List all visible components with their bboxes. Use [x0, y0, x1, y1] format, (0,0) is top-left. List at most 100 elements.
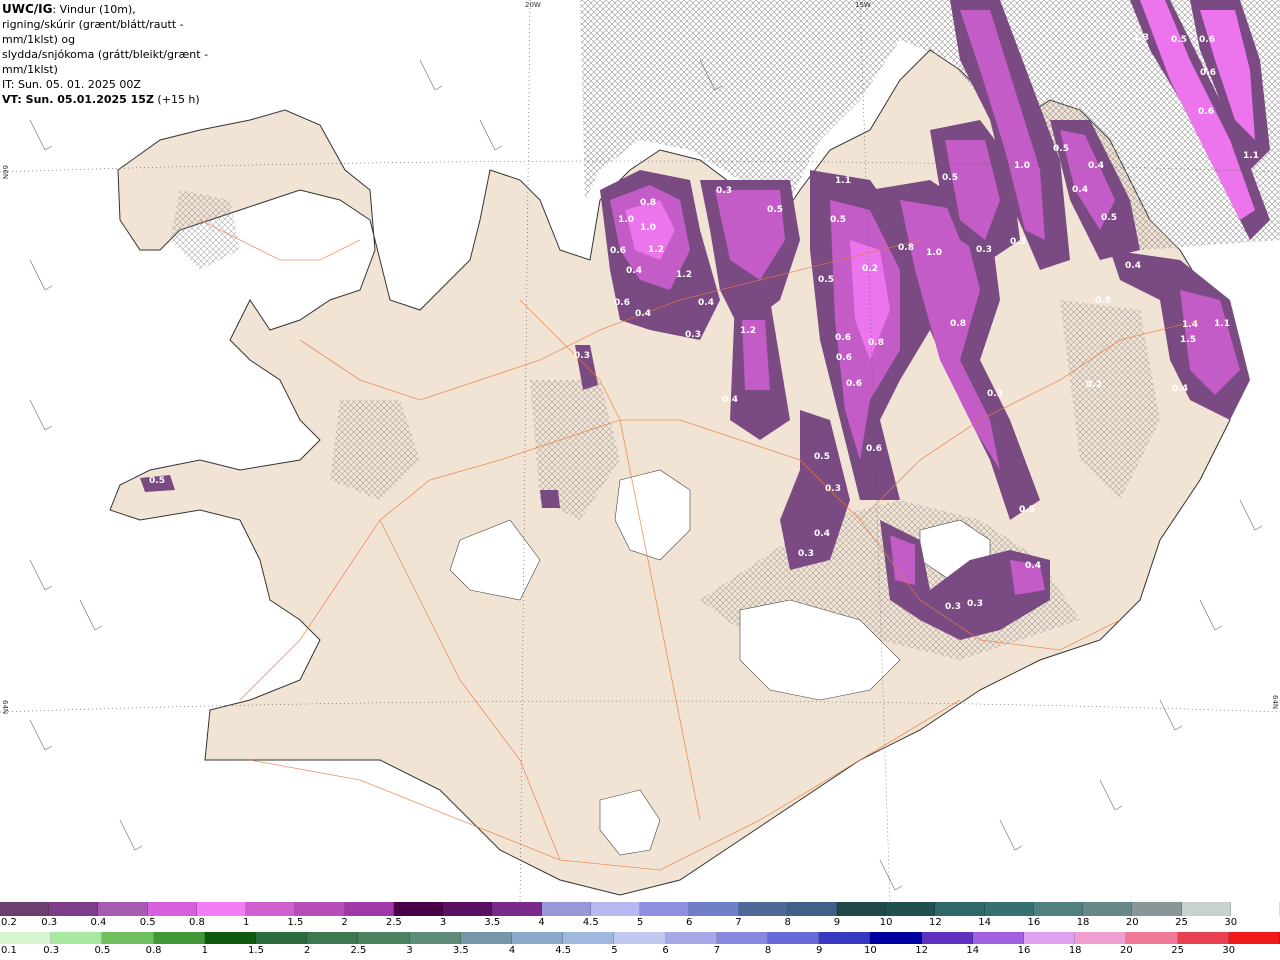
legend-swatch — [935, 902, 985, 916]
precip-value-label: 0.3 — [825, 484, 841, 494]
legend-swatch — [665, 932, 717, 944]
header-lead-time: (+15 h) — [153, 93, 200, 106]
legend-rain-labels: 0.1 0.3 0.5 0.8 1 1.5 2 2.5 3 3.5 4 4.5 5 6 7 8 9 10 12 14 1… — [0, 945, 1280, 959]
precip-value-label: 0.5 — [1095, 296, 1111, 306]
legend-swatch — [541, 902, 591, 916]
map-header: UWC/IG: Vindur (10m), rigning/skúrir (gr… — [0, 0, 240, 106]
legend-swatch — [102, 932, 154, 944]
header-snow-line: slydda/snjókoma (grátt/bleikt/grænt - mm… — [2, 48, 209, 76]
legend-snow-labels: 0.2 0.3 0.4 0.5 0.8 1 1.5 2 2.5 3 3.5 4 4.5 5 6 7 8 9 10 12… — [0, 917, 1280, 931]
precip-value-label: 0.3 — [685, 330, 701, 340]
legend-tick-label: 3.5 — [484, 917, 501, 928]
legend-tick-label: 12 — [915, 945, 928, 956]
legend-swatch — [563, 932, 615, 944]
legend-tick-label: 4 — [538, 917, 545, 928]
legend-tick-label: 2 — [341, 917, 348, 928]
precip-value-label: 0.5 — [814, 452, 830, 462]
legend-swatch — [246, 902, 296, 916]
legend-tick-label: 9 — [816, 945, 823, 956]
legend-tick-label: 9 — [833, 917, 841, 928]
legend-swatch — [344, 902, 394, 916]
legend-tick-label: 1 — [201, 945, 208, 956]
legend-tick-label: 3 — [439, 917, 447, 928]
precip-value-label: 0.4 — [698, 298, 714, 308]
precip-value-label: 0.4 — [635, 309, 651, 319]
precip-value-label: 0.4 — [722, 395, 738, 405]
legend-swatch — [1177, 932, 1229, 944]
legend-swatch — [358, 932, 410, 944]
precip-value-label: 0.5 — [1171, 35, 1187, 45]
legend-swatch — [972, 932, 1025, 944]
precip-value-label: 0.4 — [1088, 161, 1104, 171]
legend-swatch — [1126, 932, 1178, 944]
legend-swatch — [819, 932, 871, 944]
precip-value-label: 0.6 — [610, 246, 626, 256]
precip-value-label: 0.5 — [767, 205, 783, 215]
precip-value-label: 1.2 — [676, 270, 692, 280]
precip-value-label: 1.0 — [1014, 161, 1030, 171]
precip-value-label: 0.5 — [830, 215, 846, 225]
precip-value-label: 0.3 — [987, 389, 1003, 399]
legend-swatch — [49, 902, 99, 916]
legend-swatch — [196, 902, 247, 916]
legend-tick-label: 5 — [611, 945, 618, 956]
legend-rain-colorbar — [0, 932, 1280, 944]
title-product: UWC/IG — [2, 2, 53, 16]
legend-swatch — [921, 932, 973, 944]
precip-value-label: 0.3 — [1010, 237, 1026, 247]
legend-tick-label: 2 — [304, 945, 311, 956]
precip-value-label: 1.5 — [1180, 335, 1196, 345]
precip-value-label: 1.1 — [1214, 319, 1230, 329]
legend-tick-label: 0.8 — [188, 917, 205, 928]
legend-tick-label: 2.5 — [385, 917, 402, 928]
legend-swatch — [409, 932, 461, 944]
legend-tick-label: 1 — [242, 917, 250, 928]
legend-tick-label: 3.5 — [452, 945, 469, 956]
legend-swatch — [870, 932, 922, 944]
precip-value-label: 1.2 — [740, 326, 756, 336]
legend-swatch — [1075, 932, 1127, 944]
header-valid-time: VT: Sun. 05.01.2025 15Z — [2, 93, 154, 106]
legend-tick-label: 3 — [406, 945, 413, 956]
legend-tick-label: 25 — [1175, 917, 1188, 928]
legend-swatch — [0, 932, 52, 944]
precip-value-label: 0.5 — [818, 275, 834, 285]
weather-map: 0.50.81.01.00.60.41.20.61.20.40.40.3 1.20… — [0, 0, 1280, 902]
legend-tick-label: 8 — [784, 917, 791, 928]
precip-value-label: 0.4 — [1072, 185, 1088, 195]
precip-value-label: 0.6 — [1199, 35, 1215, 45]
precip-value-label: 0.3 — [798, 549, 814, 559]
precip-value-label: 0.6 — [835, 333, 851, 343]
precip-value-label: 0.2 — [862, 264, 878, 274]
legend-tick-label: 7 — [713, 945, 720, 956]
legend-tick-label: 4.5 — [582, 917, 599, 928]
precip-value-label: 0.3 — [716, 186, 732, 196]
legend-tick-label: 12 — [929, 917, 942, 928]
legend-tick-label: 30 — [1222, 945, 1236, 956]
legend-tick-label: 10 — [879, 917, 893, 928]
legend-tick-label: 8 — [764, 945, 772, 956]
legend-swatch — [886, 902, 936, 916]
precip-value-label: 1.1 — [835, 176, 851, 186]
precip-value-label: 0.6 — [1198, 107, 1214, 117]
legend-tick-label: 0.4 — [90, 917, 107, 928]
legend-tick-label: 6 — [662, 945, 669, 956]
header-rain-line: rigning/skúrir (grænt/blátt/rautt - mm/1… — [2, 18, 184, 46]
precip-value-label: 1.0 — [618, 215, 634, 225]
precip-value-label: 0.4 — [1025, 561, 1041, 571]
legend-tick-label: 16 — [1017, 945, 1031, 956]
legend-swatch — [393, 902, 444, 916]
title-description: : Vindur (10m), — [52, 3, 136, 16]
legend-tick-label: 1.5 — [248, 945, 264, 956]
legend-tick-label: 25 — [1171, 945, 1184, 956]
legend-swatch — [716, 932, 769, 944]
precip-value-label: 0.4 — [1172, 384, 1188, 394]
precip-value-label: 0.6 — [866, 444, 882, 454]
precip-value-label: 0.4 — [1125, 261, 1141, 271]
precip-value-label: 0.3 — [945, 602, 961, 612]
legend-tick-label: 0.1 — [1, 945, 17, 956]
precip-value-label: 1.0 — [640, 223, 656, 233]
precip-value-label: 0.8 — [898, 243, 914, 253]
legend-tick-label: 30 — [1224, 917, 1238, 928]
legend-tick-label: 0.3 — [43, 945, 60, 956]
